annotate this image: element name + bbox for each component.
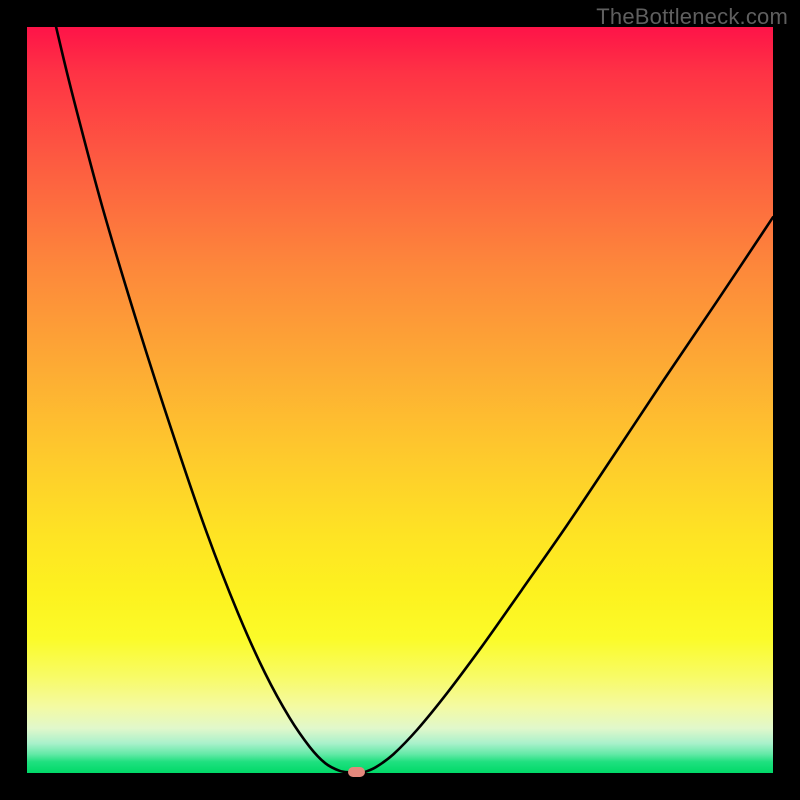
bottleneck-curve bbox=[27, 27, 773, 773]
watermark-text: TheBottleneck.com bbox=[596, 4, 788, 30]
chart-frame: TheBottleneck.com bbox=[0, 0, 800, 800]
plot-area bbox=[27, 27, 773, 773]
curve-right-branch bbox=[364, 217, 773, 772]
optimal-point-marker bbox=[348, 767, 365, 777]
curve-left-branch bbox=[56, 27, 349, 772]
